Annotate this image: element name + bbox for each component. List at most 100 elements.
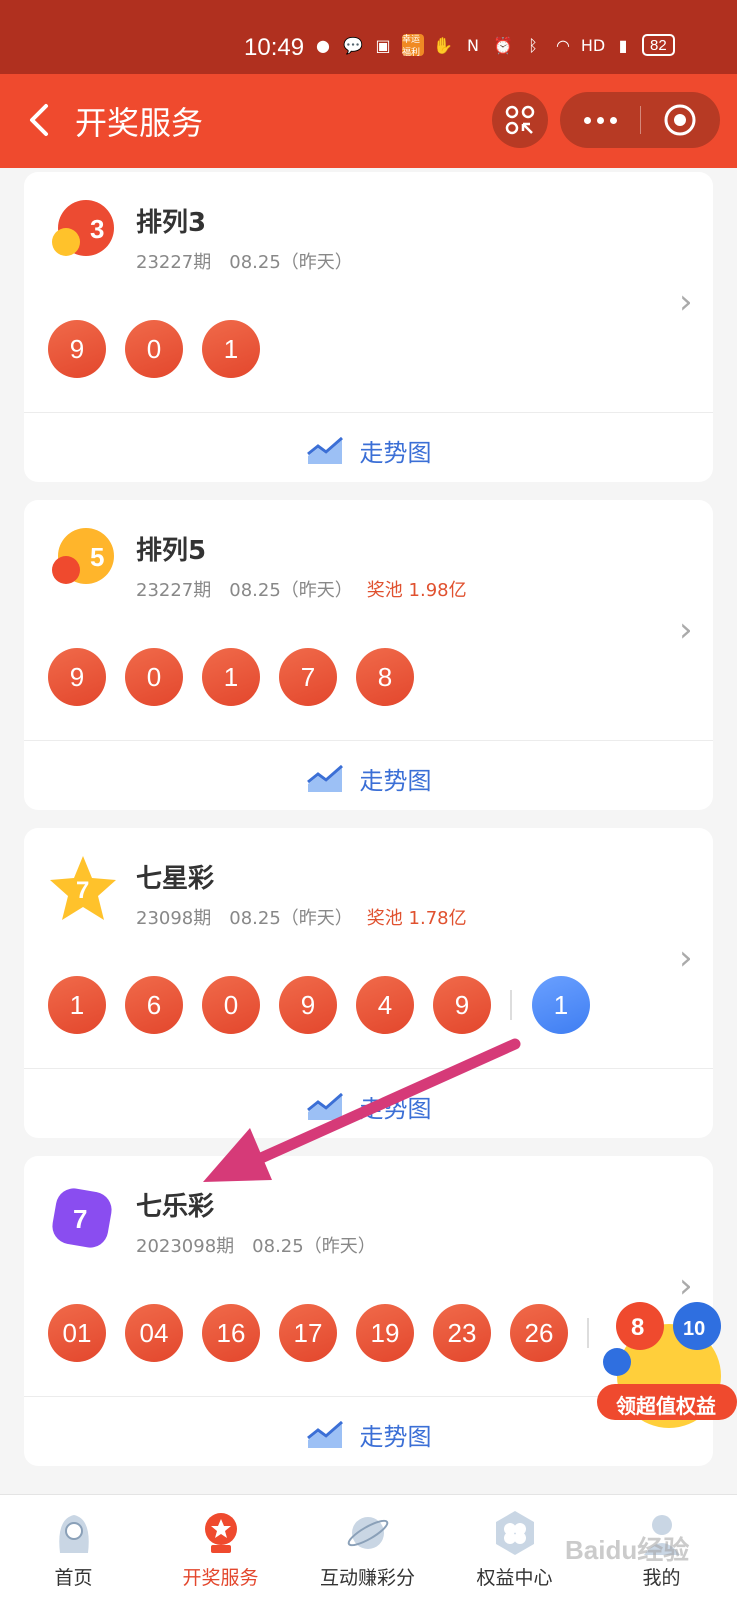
tab-lottery-service[interactable]: 开奖服务 [147, 1495, 294, 1600]
back-arrow-icon [30, 104, 48, 136]
jackpot-amount: 奖池 1.98亿 [366, 580, 467, 601]
home-icon [58, 1515, 89, 1553]
tab-label: 首页 [54, 1567, 93, 1589]
bluetooth-icon: ᛒ [528, 35, 538, 55]
issue-number: 23098期 [136, 908, 212, 929]
number-ball: 17 [279, 1304, 337, 1362]
svg-text:7: 7 [73, 1204, 87, 1234]
number-ball: 19 [356, 1304, 414, 1362]
lottery-name: 排列3 [136, 208, 207, 238]
lottery-meta: 2023098期 08.25（昨天） [136, 1232, 376, 1258]
trend-chart-label: 走势图 [359, 438, 432, 467]
promo-label: 领超值权益 [616, 1394, 716, 1418]
close-miniprogram-button[interactable] [641, 92, 719, 148]
promo-floating-badge[interactable]: 8 10 领超值权益 [595, 1298, 737, 1436]
number-ball: 6 [125, 976, 183, 1034]
hand-icon: ✋ [433, 35, 453, 55]
lottery-card-pailie5[interactable]: 5 排列5 23227期 08.25（昨天） 奖池 1.98亿 › 9 0 1 7 … [24, 500, 713, 810]
scan-icon [505, 105, 535, 135]
trend-chart-button[interactable]: 走势图 [24, 1068, 713, 1144]
winning-numbers: 1 6 0 9 4 9 1 [48, 976, 609, 1034]
number-ball: 26 [510, 1304, 568, 1362]
number-ball: 1 [48, 976, 106, 1034]
clover-icon [495, 1511, 534, 1555]
number-ball: 7 [279, 648, 337, 706]
lottery-meta: 23227期 08.25（昨天） [136, 248, 353, 274]
number-ball: 23 [433, 1304, 491, 1362]
trend-chart-label: 走势图 [359, 1422, 432, 1451]
number-ball: 04 [125, 1304, 183, 1362]
ball-separator [510, 990, 512, 1020]
winning-numbers: 9 0 1 7 8 [48, 648, 433, 706]
tab-label: 我的 [642, 1567, 681, 1589]
winning-numbers: 9 0 1 [48, 320, 279, 378]
special-number-ball: 1 [532, 976, 590, 1034]
lottery-name: 七乐彩 [136, 1192, 215, 1222]
chevron-right-icon: › [679, 938, 693, 978]
planet-icon [347, 1517, 388, 1549]
tab-home[interactable]: 首页 [0, 1495, 147, 1600]
number-ball: 9 [279, 976, 337, 1034]
issue-number: 23227期 [136, 252, 212, 273]
battery-indicator: 82 [642, 34, 675, 56]
trend-chart-label: 走势图 [359, 1094, 432, 1123]
qixingcai-logo-icon: 7 [50, 856, 116, 920]
tab-label: 权益中心 [476, 1567, 553, 1589]
number-ball: 01 [48, 1304, 106, 1362]
chat-icon: 💬 [343, 35, 363, 55]
issue-number: 2023098期 [136, 1236, 235, 1257]
scan-button[interactable] [492, 92, 548, 148]
baidu-watermark: Baidu经验 [565, 1535, 690, 1565]
miniprogram-capsule [560, 92, 720, 148]
image-icon: ▣ [375, 35, 391, 55]
number-ball: 16 [202, 1304, 260, 1362]
status-time: 10:49 [244, 34, 305, 61]
trend-chart-icon [306, 1420, 343, 1448]
draw-date: 08.25（昨天） [252, 1236, 376, 1257]
draw-date: 08.25（昨天） [229, 580, 353, 601]
svg-text:3: 3 [90, 214, 104, 244]
hd-icon: HD [580, 35, 606, 55]
number-ball: 9 [433, 976, 491, 1034]
page-title: 开奖服务 [75, 104, 204, 142]
svg-text:10: 10 [683, 1318, 705, 1340]
back-button[interactable] [22, 98, 62, 142]
qilecai-logo-icon: 7 [52, 1188, 112, 1248]
winning-numbers: 01 04 16 17 19 23 26 [48, 1304, 609, 1362]
number-ball: 0 [202, 976, 260, 1034]
lottery-card-qixingcai[interactable]: 7 七星彩 23098期 08.25（昨天） 奖池 1.78亿 › 1 6 0 9 … [24, 828, 713, 1138]
alarm-icon: ⏰ [493, 35, 513, 55]
tab-label: 互动赚彩分 [319, 1567, 415, 1589]
trend-chart-icon [306, 764, 343, 792]
notification-badge-icon: 幸运福利 [402, 34, 424, 58]
lottery-name: 排列5 [136, 536, 207, 566]
pailie3-logo-icon: 3 [52, 200, 114, 256]
trend-chart-button[interactable]: 走势图 [24, 412, 713, 488]
number-ball: 0 [125, 648, 183, 706]
lottery-name: 七星彩 [136, 864, 215, 894]
pailie5-logo-icon: 5 [52, 528, 114, 584]
nfc-icon: N [467, 35, 479, 55]
status-icons: ● 💬 ▣ 幸运福利 ✋ N ⏰ ᛒ ◠ HD ▮ 82 [312, 34, 675, 58]
tab-earn-points[interactable]: 互动赚彩分 [294, 1495, 441, 1600]
lottery-card-pailie3[interactable]: 3 排列3 23227期 08.25（昨天） › 9 0 1 走势图 [24, 172, 713, 482]
svg-text:7: 7 [76, 877, 89, 904]
more-button[interactable] [560, 92, 640, 148]
jackpot-amount: 奖池 1.78亿 [366, 908, 467, 929]
lottery-meta: 23098期 08.25（昨天） 奖池 1.78亿 [136, 904, 467, 930]
trend-chart-icon [306, 436, 343, 464]
app-notification-icon: ● [316, 35, 330, 55]
status-bar: 10:49 ● 💬 ▣ 幸运福利 ✋ N ⏰ ᛒ ◠ HD ▮ 82 [0, 0, 737, 74]
chevron-right-icon: › [679, 610, 693, 650]
tab-label: 开奖服务 [182, 1567, 259, 1589]
draw-date: 08.25（昨天） [229, 908, 353, 929]
trend-chart-button[interactable]: 走势图 [24, 740, 713, 816]
nav-bar: 开奖服务 [0, 74, 737, 168]
trend-chart-label: 走势图 [359, 766, 432, 795]
wifi-icon: ◠ [556, 35, 570, 55]
draw-date: 08.25（昨天） [229, 252, 353, 273]
chevron-right-icon: › [679, 282, 693, 322]
svg-text:5: 5 [90, 542, 104, 572]
lottery-meta: 23227期 08.25（昨天） 奖池 1.98亿 [136, 576, 467, 602]
ball-separator [587, 1318, 589, 1348]
